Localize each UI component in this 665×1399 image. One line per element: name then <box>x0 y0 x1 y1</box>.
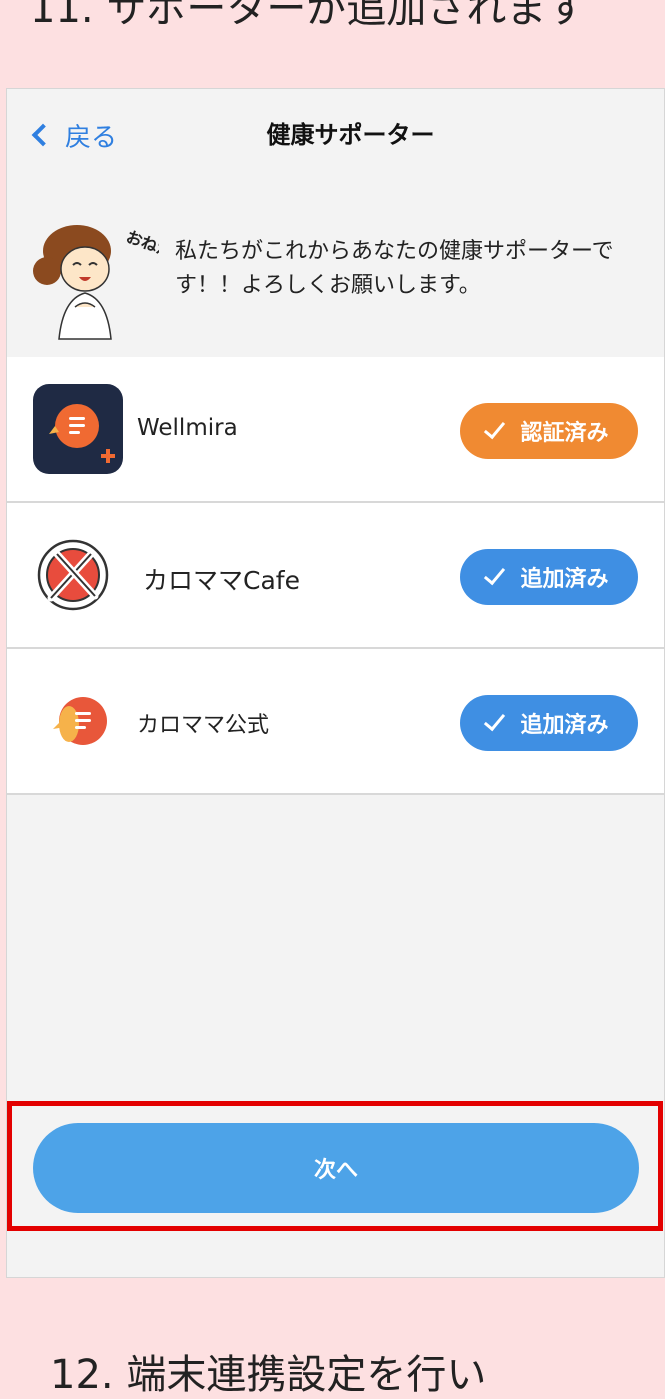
status-badge: 認証済み <box>460 403 638 459</box>
svg-text:おねがい!!: おねがい!! <box>124 227 159 272</box>
mascot-illustration: おねがい!! <box>33 225 159 340</box>
calomama-cafe-app-icon <box>37 539 109 611</box>
next-button[interactable]: 次へ <box>33 1123 639 1213</box>
intro-message: 私たちがこれからあなたの健康サポーターです！！よろしくお願いします。 <box>175 239 614 298</box>
supporter-list: Wellmira 認証済み カロママCafe 追加済み カロママ公式 追加済み <box>7 357 664 795</box>
page-title: 健康サポーター <box>266 121 435 149</box>
navigation-bar: 戻る 健康サポーター <box>7 89 664 179</box>
check-icon <box>484 708 506 732</box>
status-badge: 追加済み <box>460 695 638 751</box>
check-icon <box>484 416 506 440</box>
wellmira-app-icon <box>33 384 123 474</box>
list-item[interactable]: カロママCafe 追加済み <box>7 503 664 649</box>
top-caption: 11. サポーターが追加されます <box>30 0 587 32</box>
list-item[interactable]: Wellmira 認証済み <box>7 357 664 503</box>
supporter-name: カロママ公式 <box>137 713 270 738</box>
bottom-caption: 12. 端末連携設定を行い <box>50 1352 487 1398</box>
app-screen: 戻る 健康サポーター おねがい!! 私たちがこれからあなたの健康サポーターです！… <box>6 88 665 1278</box>
supporter-name: カロママCafe <box>143 566 300 595</box>
check-icon <box>484 562 506 586</box>
supporter-name: Wellmira <box>137 415 238 441</box>
status-badge: 追加済み <box>460 549 638 605</box>
calomama-official-app-icon <box>53 697 107 745</box>
intro-banner: おねがい!! 私たちがこれからあなたの健康サポーターです！！よろしくお願いします… <box>7 197 664 357</box>
list-item[interactable]: カロママ公式 追加済み <box>7 649 664 795</box>
